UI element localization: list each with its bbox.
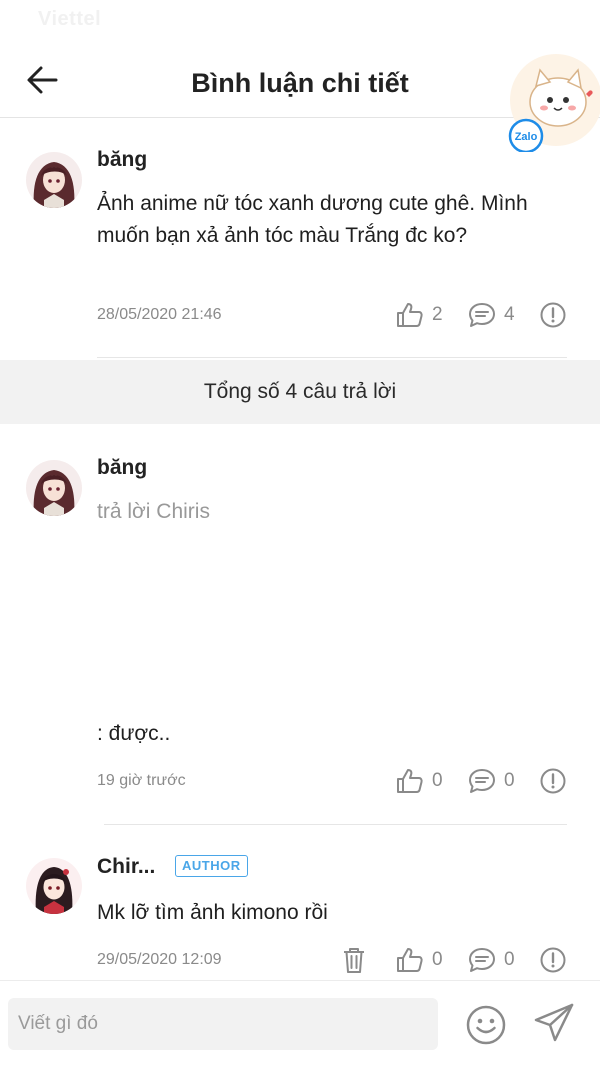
alert-circle-icon — [540, 302, 566, 328]
like-count: 0 — [432, 949, 443, 970]
reply-count: 0 — [504, 770, 515, 791]
like-button[interactable]: 0 — [396, 768, 443, 794]
reply-button[interactable]: 4 — [468, 302, 515, 328]
reply-text: : được.. — [97, 722, 171, 745]
delete-button[interactable] — [342, 946, 366, 974]
chat-bubble-icon — [469, 303, 495, 327]
chat-bubble-icon — [469, 948, 495, 972]
carrier-label: Viettel — [38, 8, 102, 30]
reply-button[interactable]: 0 — [468, 947, 515, 973]
reply-username[interactable]: băng — [97, 456, 147, 480]
send-button[interactable] — [532, 1001, 576, 1045]
zalo-label: Zalo — [515, 131, 538, 143]
comment-input-bar — [0, 980, 600, 1067]
reply-button[interactable]: 0 — [468, 768, 515, 794]
anime-avatar-icon — [26, 460, 82, 516]
trash-icon — [344, 948, 364, 973]
avatar[interactable] — [26, 460, 82, 516]
comment-timestamp: 28/05/2020 21:46 — [97, 306, 222, 323]
reply-to-label: trả lời Chiris — [97, 500, 210, 523]
reply-username[interactable]: Chir... — [97, 855, 155, 879]
like-button[interactable]: 0 — [396, 947, 443, 973]
author-badge: AUTHOR — [175, 855, 248, 877]
paper-plane-icon — [534, 1003, 574, 1042]
divider — [97, 357, 567, 358]
smiley-icon — [466, 1005, 506, 1045]
reply-timestamp: 29/05/2020 12:09 — [97, 951, 222, 968]
anime-avatar-icon — [26, 152, 82, 208]
comment-username[interactable]: băng — [97, 148, 147, 172]
comment-input[interactable] — [8, 998, 438, 1050]
cat-sticker-icon: Zalo — [508, 54, 600, 154]
thumbs-up-icon — [397, 769, 423, 793]
like-count: 2 — [432, 304, 443, 325]
thumbs-up-icon — [397, 303, 423, 327]
comment-text: Ảnh anime nữ tóc xanh dương cute ghê. Mì… — [97, 192, 528, 247]
divider — [104, 824, 567, 825]
reply-text: Mk lỡ tìm ảnh kimono rồi — [97, 901, 328, 924]
report-button[interactable] — [540, 947, 566, 973]
report-button[interactable] — [540, 768, 566, 794]
avatar[interactable] — [26, 858, 82, 914]
emoji-button[interactable] — [464, 1003, 508, 1047]
chat-bubble-icon — [469, 769, 495, 793]
reply-timestamp: 19 giờ trước — [97, 772, 186, 789]
thumbs-up-icon — [397, 948, 423, 972]
anime-avatar-icon — [26, 858, 82, 914]
avatar[interactable] — [26, 152, 82, 208]
like-count: 0 — [432, 770, 443, 791]
like-button[interactable]: 2 — [396, 302, 443, 328]
reply-count: 4 — [504, 304, 515, 325]
reply-count: 0 — [504, 949, 515, 970]
alert-circle-icon — [540, 768, 566, 794]
report-button[interactable] — [540, 302, 566, 328]
reply-count-text: Tổng số 4 câu trả lời — [203, 380, 397, 403]
alert-circle-icon — [540, 947, 566, 973]
reply-count-banner: Tổng số 4 câu trả lời — [0, 360, 600, 424]
zalo-chat-bubble[interactable]: Zalo — [506, 50, 600, 154]
